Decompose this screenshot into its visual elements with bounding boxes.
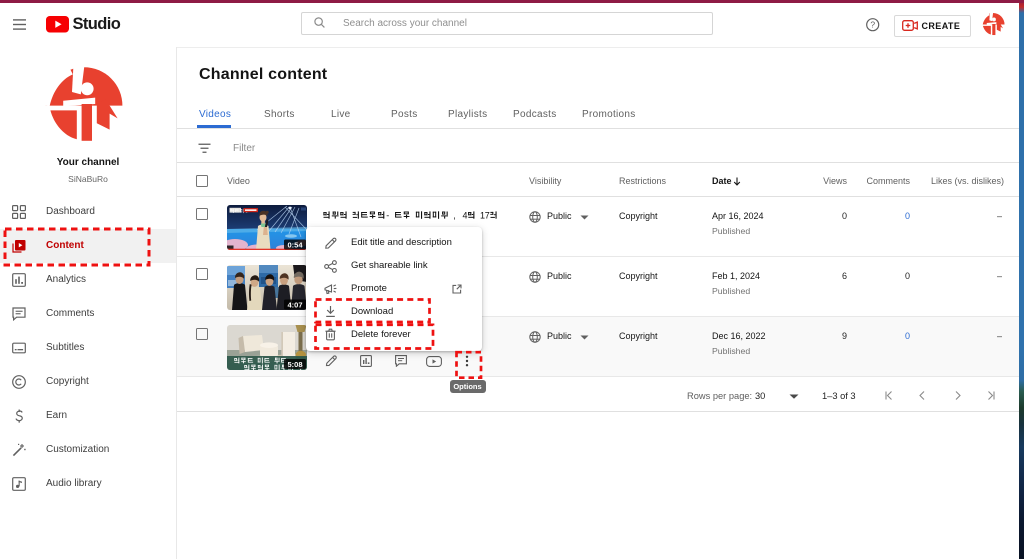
svg-text:4:07: 4:07 (287, 300, 302, 309)
svg-text:4: 4 (463, 211, 468, 220)
svg-text:7: 7 (485, 211, 490, 220)
svg-text:?: ? (870, 19, 875, 29)
svg-text:-: - (386, 211, 389, 220)
svg-text:5:08: 5:08 (287, 360, 302, 369)
svg-text:,: , (453, 211, 456, 220)
svg-text:0:54: 0:54 (287, 240, 303, 249)
